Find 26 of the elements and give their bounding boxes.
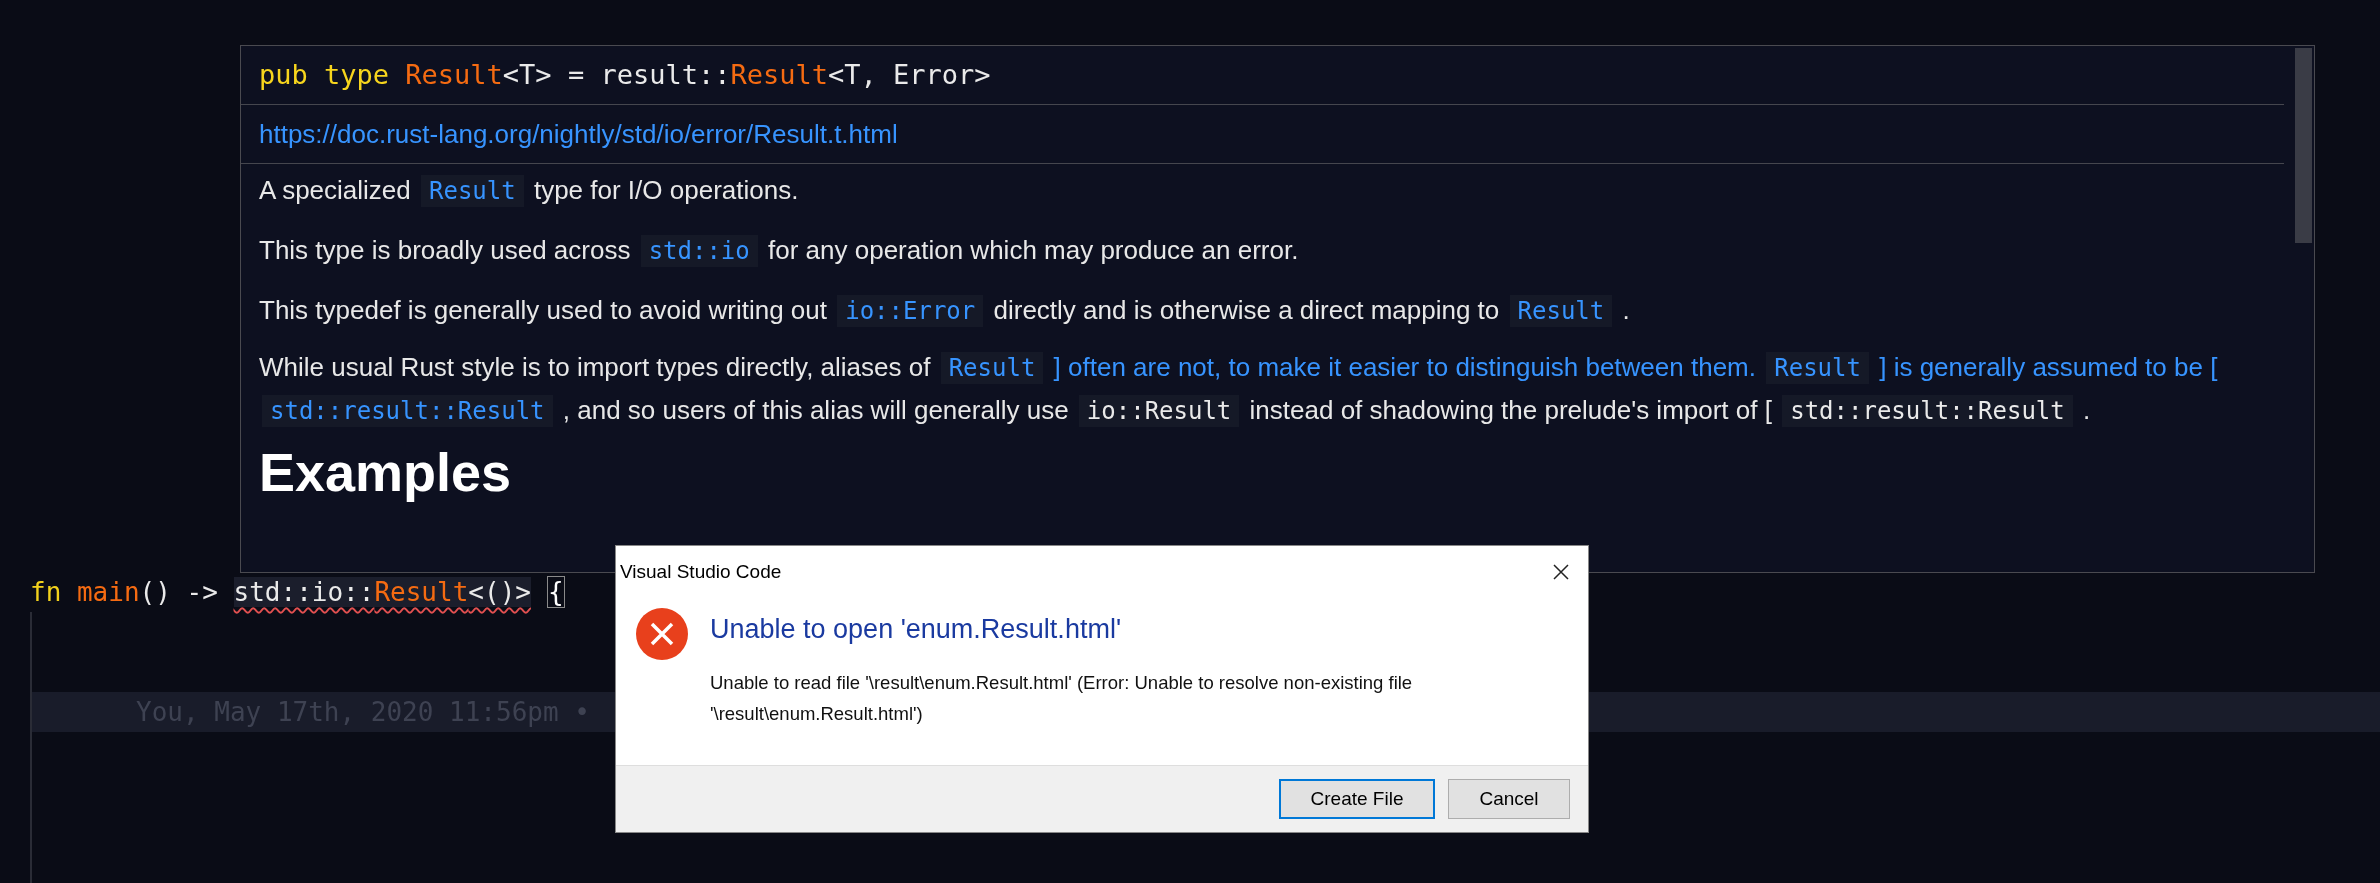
- dialog-button[interactable]: Create File: [1279, 779, 1435, 819]
- code-link[interactable]: Result: [940, 352, 1044, 384]
- dialog-button[interactable]: Cancel: [1448, 779, 1570, 819]
- close-icon[interactable]: [1552, 563, 1570, 581]
- code-link[interactable]: std::io: [640, 235, 758, 267]
- code-signature: pub type Result<T> = result::Result<T, Error>: [241, 46, 2284, 105]
- doc-paragraph: This type is broadly used across std::io for any operation which may produce an error.: [259, 234, 1300, 269]
- code-line: fn main() -> std::io::Result<()> {: [30, 575, 566, 610]
- doc-paragraph: This typedef is generally used to avoid writing out io::Error directly and is otherwise a direct mapping to Result .: [259, 294, 1631, 329]
- doc-paragraph: A specialized Result type for I/O operations.: [259, 174, 800, 209]
- doc-link[interactable]: assumed to be [: [2032, 352, 2218, 382]
- dialog-message: Unable to read file '\result\enum.Result.html' (Error: Unable to resolve non-existing file '\result\enum.Result.html'): [710, 671, 1414, 726]
- dialog-heading: Unable to open 'enum.Result.html': [710, 614, 1123, 645]
- error-icon: [636, 608, 688, 660]
- section-heading: Examples: [259, 442, 513, 502]
- code-link[interactable]: std::result::Result: [262, 395, 553, 427]
- doc-url-link[interactable]: https://doc.rust-lang.org/nightly/std/io/error/Result.t.html: [259, 118, 898, 150]
- code-link[interactable]: Result: [1509, 295, 1613, 327]
- code-link[interactable]: io::Error: [837, 295, 984, 327]
- doc-paragraph: While usual Rust style is to import types directly, aliases of Result ] often are not, to make it easier to distinguish between them. Result ] is generally assumed to be [ std::result::Result , and so users of this alias will generally use io::Result instead of shadowing the prelude's import of [ std::result::Result .: [259, 351, 2219, 429]
- code-link[interactable]: Result: [1766, 352, 1869, 384]
- dialog-title: Visual Studio Code: [620, 561, 782, 583]
- scrollbar[interactable]: [2295, 48, 2312, 243]
- doc-link[interactable]: ] is generally: [1879, 352, 2026, 382]
- doc-link[interactable]: ] often are not, to make it easier to distinguish between them.: [1053, 352, 1756, 382]
- code-link[interactable]: Result: [421, 175, 524, 207]
